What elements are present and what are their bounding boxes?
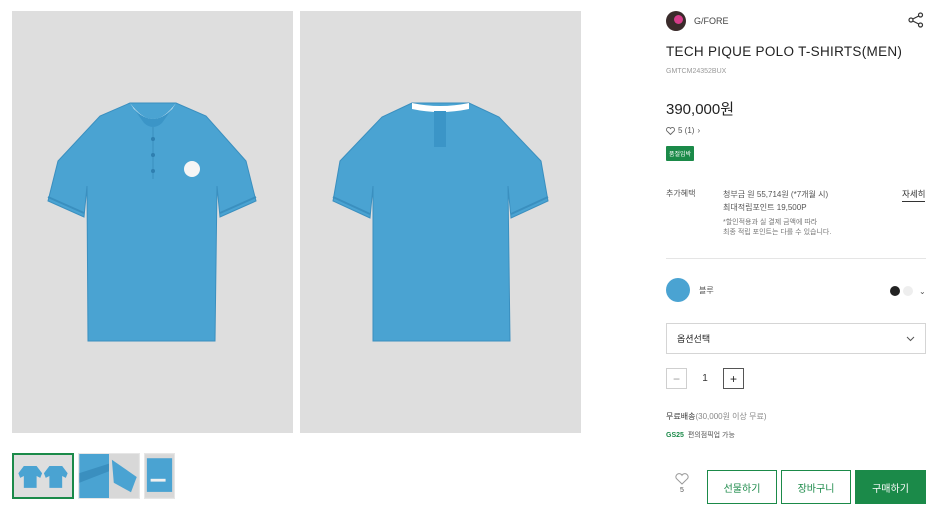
share-icon[interactable] bbox=[908, 12, 924, 28]
brand-name: G/FORE bbox=[694, 16, 729, 26]
quantity-value[interactable]: 1 bbox=[687, 373, 723, 384]
chevron-down-icon[interactable]: ⌄ bbox=[919, 287, 926, 296]
thumbnail-shirts-image bbox=[18, 465, 68, 488]
thumbnail-list bbox=[12, 453, 175, 499]
option-select-value: 옵션선택 bbox=[677, 334, 711, 344]
selected-color-name: 블루 bbox=[699, 285, 714, 295]
benefit-note: *할인적용과 실 결제 금액에 따라 최종 적립 포인트는 다를 수 있습니다. bbox=[723, 218, 831, 238]
product-page: G/FORE TECH PIQUE POLO T-SHIRTS(MEN) GMT… bbox=[0, 0, 938, 512]
shipping-condition: (30,000원 이상 무료) bbox=[695, 412, 767, 421]
color-swatch-list: ⌄ bbox=[890, 286, 926, 296]
review-count: 5 (1) bbox=[678, 126, 695, 135]
color-swatch-black[interactable] bbox=[890, 286, 900, 296]
like-count: 5 bbox=[680, 487, 684, 494]
thumbnail-1[interactable] bbox=[12, 453, 74, 499]
thumbnail-hem-image bbox=[145, 454, 174, 498]
gs25-logo: GS25 bbox=[666, 431, 684, 439]
chevron-down-icon bbox=[906, 336, 915, 341]
review-link[interactable]: 5 (1) › bbox=[666, 126, 700, 135]
benefit-note-line-2: 최종 적립 포인트는 다를 수 있습니다. bbox=[723, 229, 832, 236]
brand-logo bbox=[666, 11, 686, 31]
points-text: 최대적립포인트 19,500P bbox=[723, 203, 807, 212]
benefit-note-line-1: *할인적용과 실 결제 금액에 따라 bbox=[723, 219, 818, 226]
gs25-text: 편의점픽업 가능 bbox=[687, 432, 735, 439]
product-image-front[interactable] bbox=[12, 11, 293, 433]
color-swatch-white[interactable] bbox=[903, 286, 913, 296]
product-code: GMTCM24352BUX bbox=[666, 68, 727, 75]
benefit-detail-link[interactable]: 자세히 bbox=[902, 188, 926, 202]
add-to-cart-button[interactable]: 장바구니 bbox=[781, 470, 851, 504]
quantity-stepper: − 1 + bbox=[666, 368, 744, 389]
buy-now-button[interactable]: 구매하기 bbox=[855, 470, 926, 504]
quantity-increase-button[interactable]: + bbox=[723, 368, 744, 389]
shipping-info: 무료배송(30,000원 이상 무료) bbox=[666, 411, 767, 422]
quantity-decrease-button[interactable]: − bbox=[666, 368, 687, 389]
section-divider bbox=[666, 258, 926, 259]
product-title: TECH PIQUE POLO T-SHIRTS(MEN) bbox=[666, 44, 903, 59]
brand-link[interactable]: G/FORE bbox=[666, 11, 729, 31]
thumbnail-detail-image bbox=[79, 454, 139, 498]
like-button[interactable]: 5 bbox=[672, 473, 692, 494]
selected-color: 블루 bbox=[666, 278, 714, 302]
polo-back-illustration bbox=[332, 102, 549, 342]
installment-text: 청부금 원 55,714원 (*7개월 시) bbox=[723, 190, 829, 199]
gift-button[interactable]: 선물하기 bbox=[707, 470, 777, 504]
thumbnail-3[interactable] bbox=[144, 453, 175, 499]
review-heart-icon bbox=[666, 126, 675, 135]
benefit-label: 추가혜택 bbox=[666, 189, 696, 198]
thumbnail-2[interactable] bbox=[78, 453, 140, 499]
gs25-pickup: GS25 편의점픽업 가능 bbox=[666, 430, 735, 440]
status-badge: 품절임박 bbox=[666, 146, 695, 161]
polo-front-illustration bbox=[47, 102, 257, 342]
product-image-back[interactable] bbox=[300, 11, 581, 433]
product-price: 390,000원 bbox=[666, 101, 735, 118]
heart-icon bbox=[675, 473, 689, 485]
benefit-body: 청부금 원 55,714원 (*7개월 시) 최대적립포인트 19,500P *… bbox=[723, 188, 831, 238]
chevron-right-icon: › bbox=[697, 126, 701, 135]
selected-color-swatch bbox=[666, 278, 690, 302]
shipping-free: 무료배송 bbox=[666, 412, 696, 421]
option-select[interactable]: 옵션선택 bbox=[666, 323, 926, 354]
